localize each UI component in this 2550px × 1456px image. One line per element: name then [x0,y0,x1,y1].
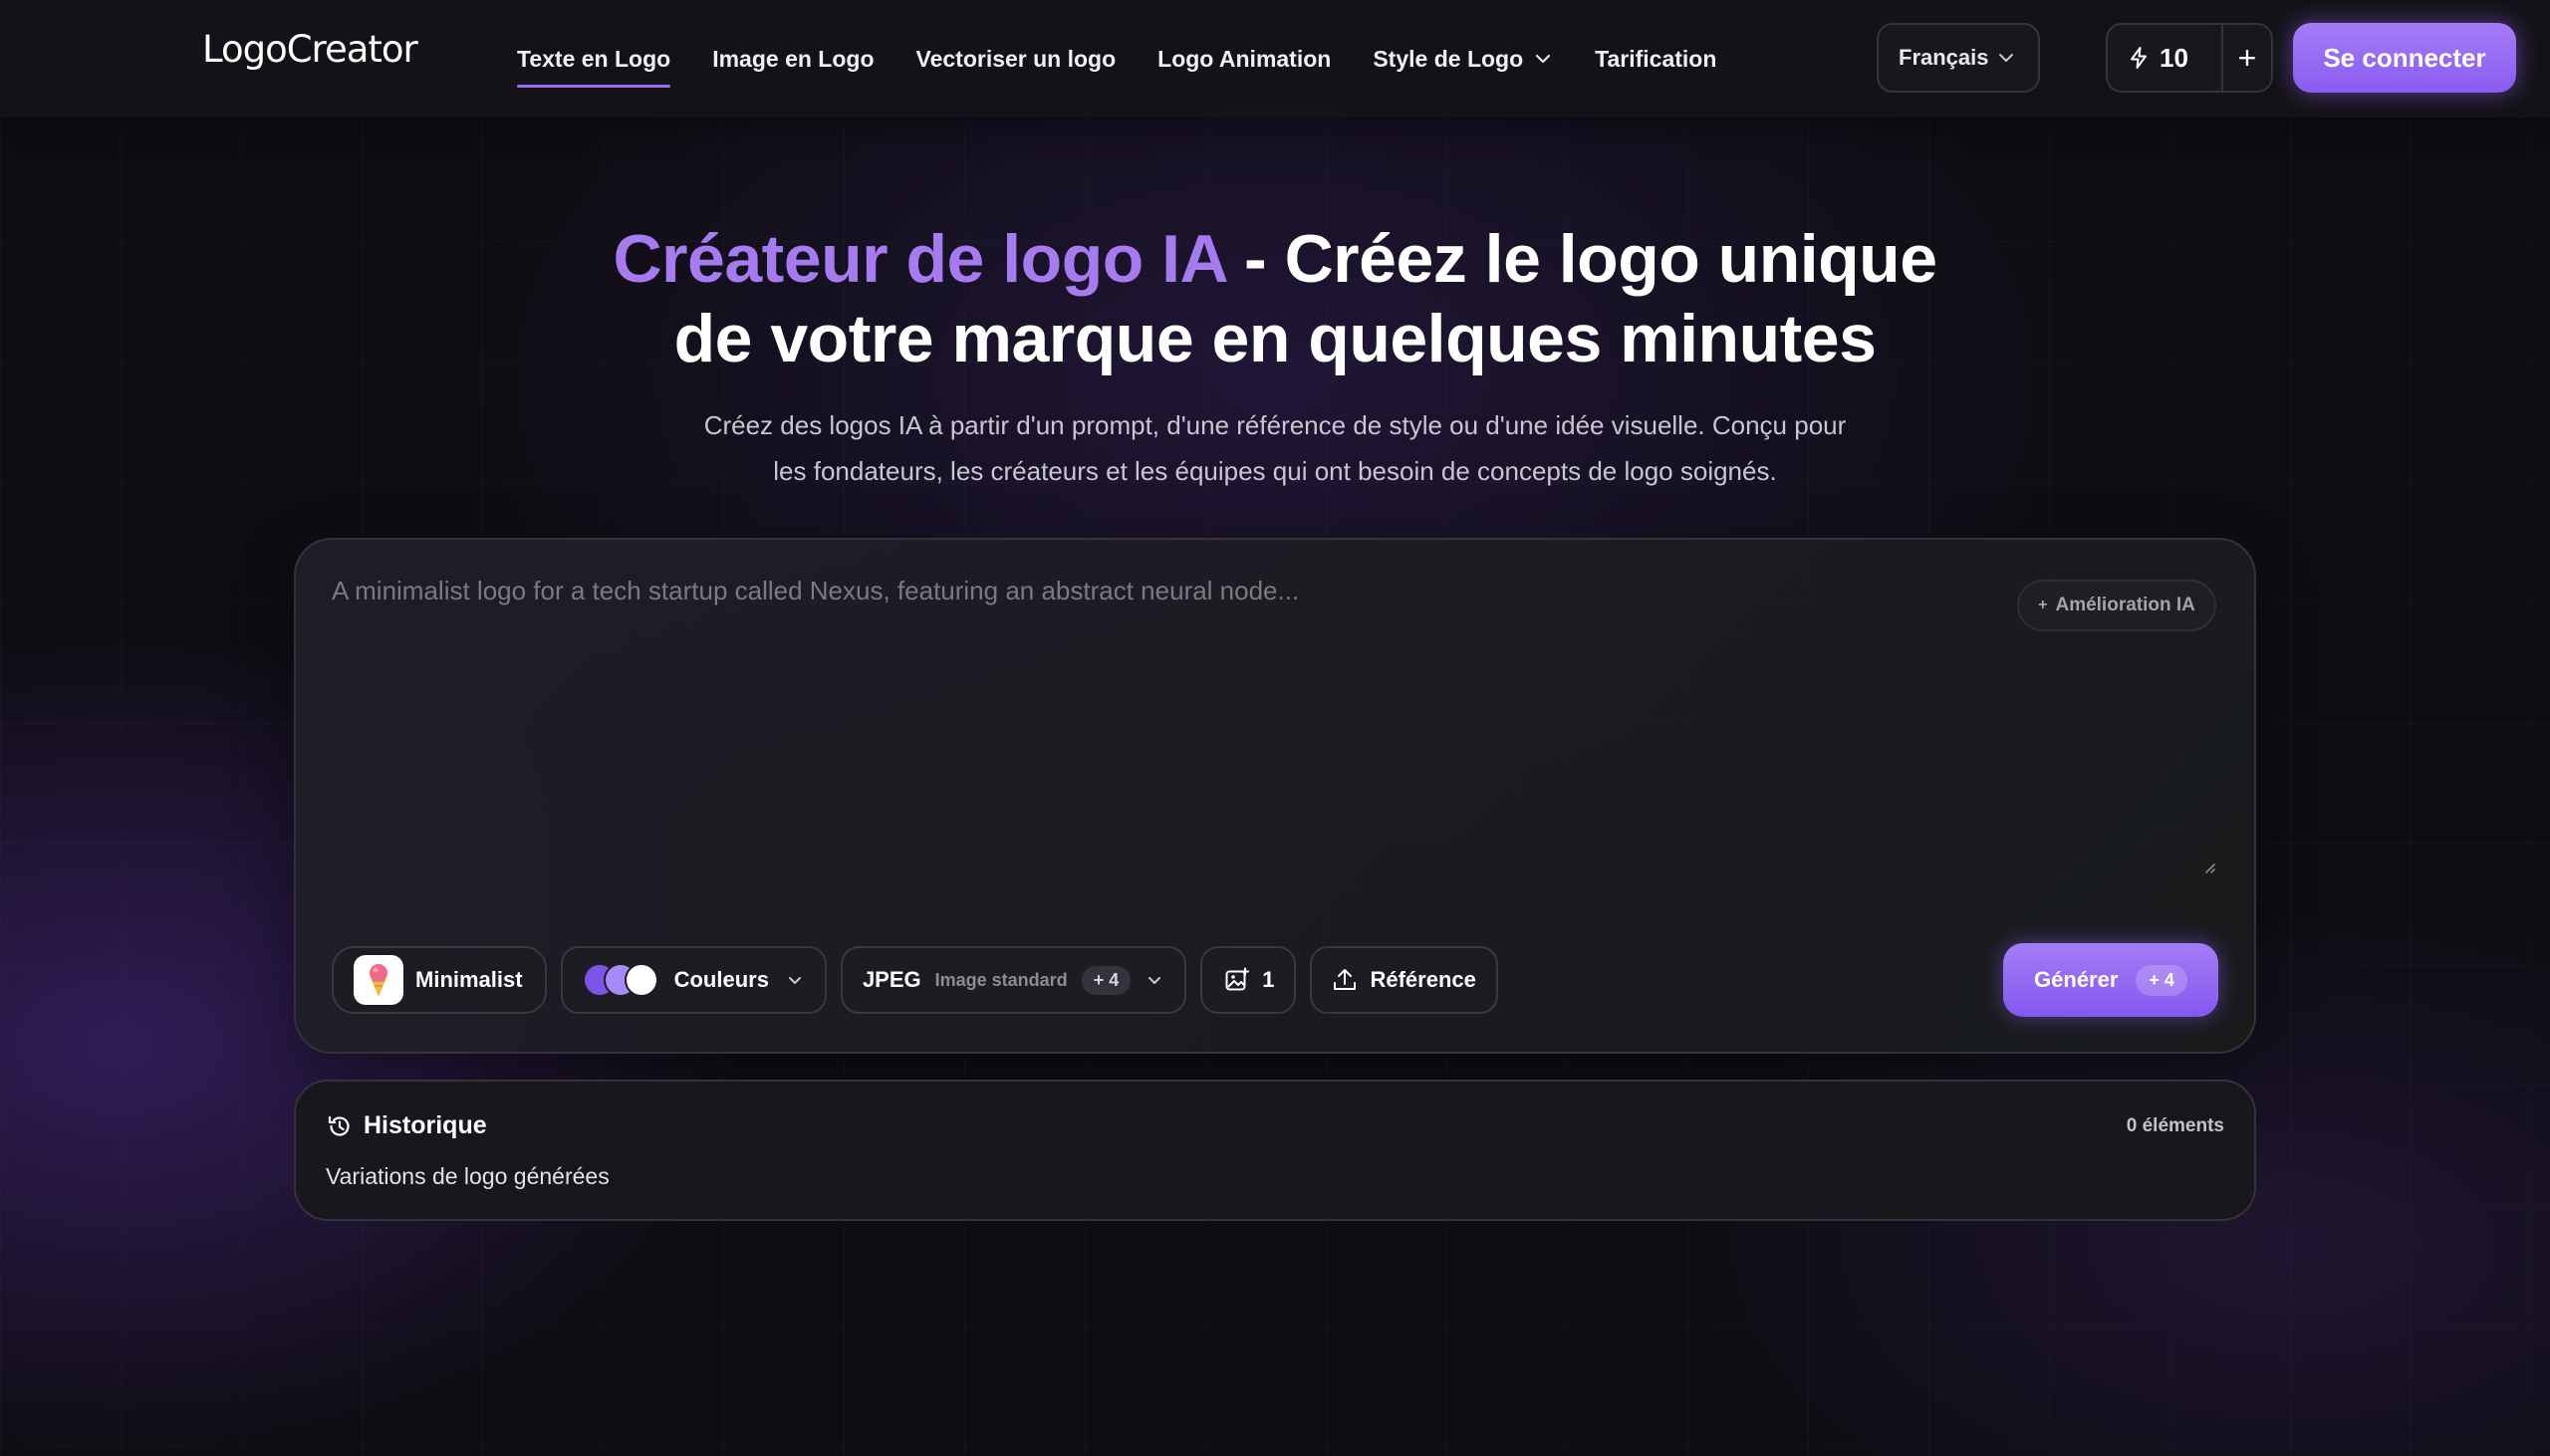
subtitle-line-2: les fondateurs, les créateurs et les équ… [773,456,1777,486]
style-label: Minimalist [415,967,523,992]
style-thumbnail [354,955,403,1005]
ai-enhance-label: Amélioration IA [2055,595,2195,615]
title-rest: - Créez le logo unique [1225,221,1937,297]
generate-label: Générer [2034,967,2119,992]
colors-selector[interactable]: Couleurs [560,946,827,1014]
plus-icon: + [2038,597,2048,613]
credits-count[interactable]: 10 [2108,43,2221,74]
add-credits-button[interactable]: + [2223,40,2271,77]
credits-widget: 10 + [2106,23,2273,93]
brand-logo[interactable]: LogoCreator [202,28,418,71]
image-count-selector[interactable]: 1 [1200,946,1297,1014]
format-cost-badge: + 4 [1081,965,1132,995]
ice-cream-icon [370,964,387,997]
title-line-2: de votre marque en quelques minutes [673,301,1877,376]
language-label: Français [1899,45,1989,70]
format-quality: Image standard [934,969,1068,990]
image-count-value: 1 [1262,967,1275,992]
generate-cost-badge: + 4 [2136,964,2187,996]
history-icon [328,1115,350,1136]
credits-value: 10 [2160,42,2188,73]
nav-item-style-de-logo[interactable]: Style de Logo [1373,0,1553,118]
login-button[interactable]: Se connecter [2293,23,2516,93]
history-title: Historique [364,1111,487,1139]
history-subtitle: Variations de logo générées [326,1163,610,1189]
history-header: Historique [326,1111,487,1140]
format-label: JPEG [862,967,921,992]
title-accent: Créateur de logo IA [613,221,1226,297]
prompt-input[interactable] [332,576,1945,904]
reference-label: Référence [1370,967,1476,992]
page-subtitle: Créez des logos IA à partir d'un prompt,… [0,402,2550,494]
generate-button[interactable]: Générer + 4 [2003,943,2218,1017]
style-selector[interactable]: Minimalist [332,946,547,1014]
nav-item-label: Style de Logo [1373,45,1524,72]
nav-item-image-en-logo[interactable]: Image en Logo [712,0,874,118]
chevron-down-icon [1999,54,2013,62]
upload-icon [1334,969,1357,990]
nav-item-label: Tarification [1595,45,1717,72]
nav-item-logo-animation[interactable]: Logo Animation [1157,0,1331,118]
chevron-down-icon [1536,54,1551,64]
colors-label: Couleurs [673,967,769,992]
nav-item-texte-en-logo[interactable]: Texte en Logo [517,0,671,118]
history-count: 0 éléments [2126,1115,2224,1136]
chevron-down-icon [788,977,801,984]
resize-handle-icon[interactable] [2200,858,2216,874]
nav-item-label: Logo Animation [1157,45,1332,72]
nav-item-label: Texte en Logo [517,45,671,72]
main-nav: Texte en Logo Image en Logo Vectoriser u… [517,0,1716,118]
page-title: Créateur de logo IA - Créez le logo uniq… [0,219,2550,378]
nav-item-label: Image en Logo [712,45,875,72]
nav-item-vectoriser[interactable]: Vectoriser un logo [916,0,1117,118]
lightning-icon [2131,47,2147,69]
prompt-toolbar: Minimalist Couleurs JPEG Image standard … [332,946,1498,1014]
color-swatch-3 [624,963,658,997]
history-card: Historique Variations de logo générées 0… [294,1080,2256,1221]
color-swatches [582,963,658,997]
add-image-icon [1225,967,1250,991]
reference-upload-button[interactable]: Référence [1310,946,1498,1014]
nav-item-tarification[interactable]: Tarification [1595,0,1716,118]
nav-item-label: Vectoriser un logo [915,45,1117,72]
language-select[interactable]: Français [1877,23,2040,93]
top-nav: LogoCreator Texte en Logo Image en Logo … [0,0,2550,118]
format-selector[interactable]: JPEG Image standard + 4 [840,946,1187,1014]
prompt-card: + Amélioration IA Minimalist Cou [294,538,2256,1054]
ai-enhance-button[interactable]: + Amélioration IA [2017,580,2216,631]
chevron-down-icon [1148,977,1161,984]
subtitle-line-1: Créez des logos IA à partir d'un prompt,… [703,410,1847,440]
